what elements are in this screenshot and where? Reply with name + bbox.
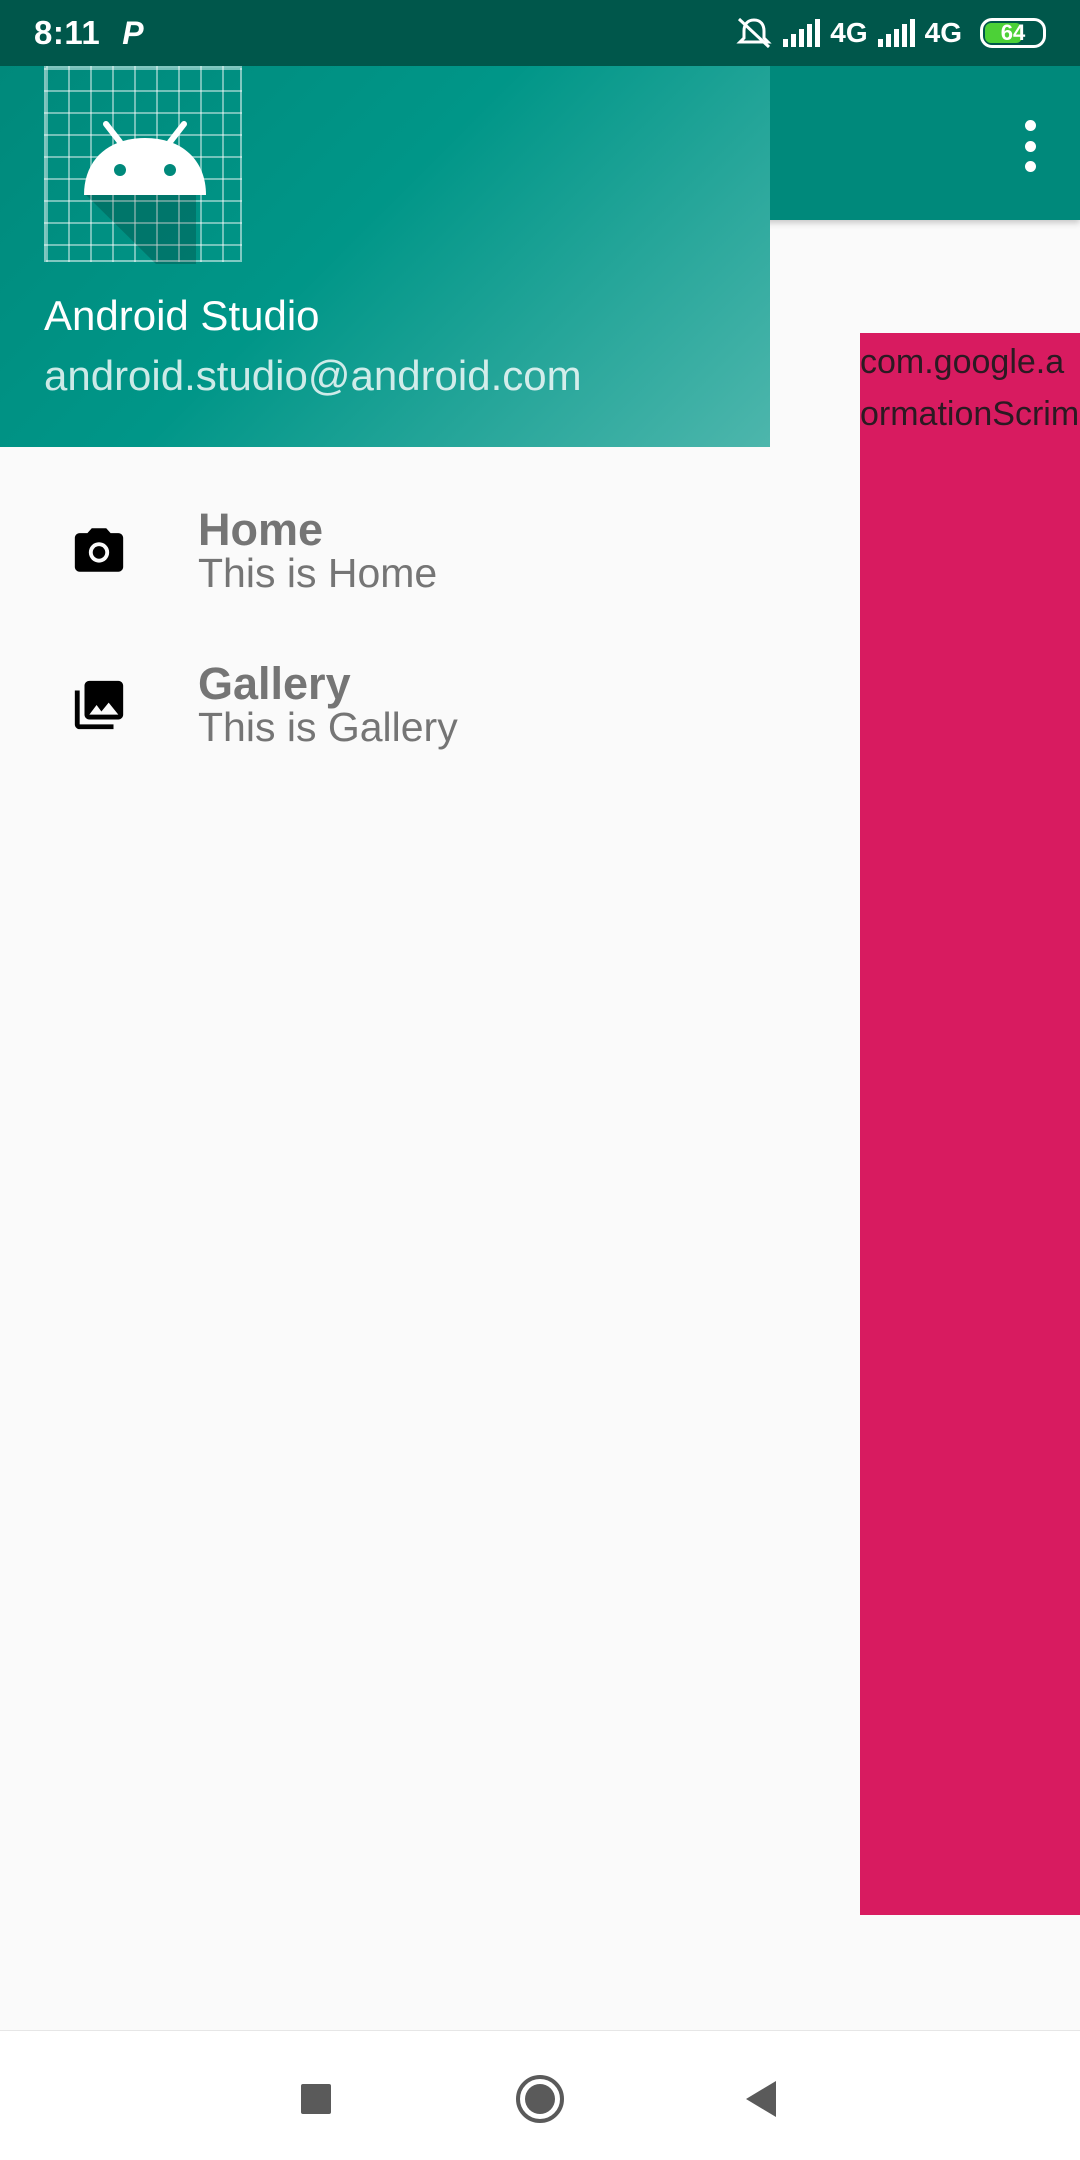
status-bar: 8:11 P 4G 4G 64 (0, 0, 1080, 66)
mute-icon (736, 17, 772, 49)
recents-icon[interactable] (288, 2071, 344, 2127)
status-left: 8:11 P (34, 14, 144, 52)
drawer-item-home-title: Home (198, 504, 324, 555)
content-text-line-2: ormationScrim (860, 395, 1080, 433)
status-time: 8:11 (34, 14, 101, 51)
navigation-drawer: Android Studio android.studio@android.co… (0, 66, 770, 2030)
signal-icon (783, 19, 821, 47)
gallery-icon (74, 680, 124, 730)
home-icon[interactable] (512, 2071, 568, 2127)
drawer-item-home-subtitle: This is Home (198, 550, 438, 596)
system-nav-bar (0, 2030, 1080, 2160)
screen: 8:11 P 4G 4G 64 com.google.a ormationScr… (0, 0, 1080, 2160)
drawer-user-email: android.studio@android.com (44, 352, 582, 399)
signal-icon (877, 19, 915, 47)
back-icon[interactable] (734, 2071, 790, 2127)
drawer-header: Android Studio android.studio@android.co… (0, 66, 770, 447)
drawer-item-gallery-title: Gallery (198, 658, 351, 709)
camera-icon (74, 528, 124, 572)
battery-icon: 64 (980, 18, 1046, 48)
network-type-1: 4G (830, 17, 868, 48)
more-options-icon[interactable] (1020, 120, 1040, 172)
content-block: com.google.a ormationScrim (860, 333, 1080, 1915)
android-logo-icon (44, 66, 242, 264)
drawer-item-home[interactable]: Home This is Home (0, 466, 770, 616)
content-text-line-1: com.google.a (860, 343, 1065, 381)
drawer-item-gallery-subtitle: This is Gallery (198, 704, 458, 750)
battery-level: 64 (1000, 20, 1026, 45)
network-type-2: 4G (924, 17, 962, 48)
drawer-user-name: Android Studio (44, 292, 320, 339)
app-indicator-icon: P (122, 14, 144, 51)
status-right: 4G 4G 64 (735, 16, 1046, 50)
drawer-item-gallery[interactable]: Gallery This is Gallery (0, 620, 770, 770)
android-head-icon (84, 121, 206, 264)
